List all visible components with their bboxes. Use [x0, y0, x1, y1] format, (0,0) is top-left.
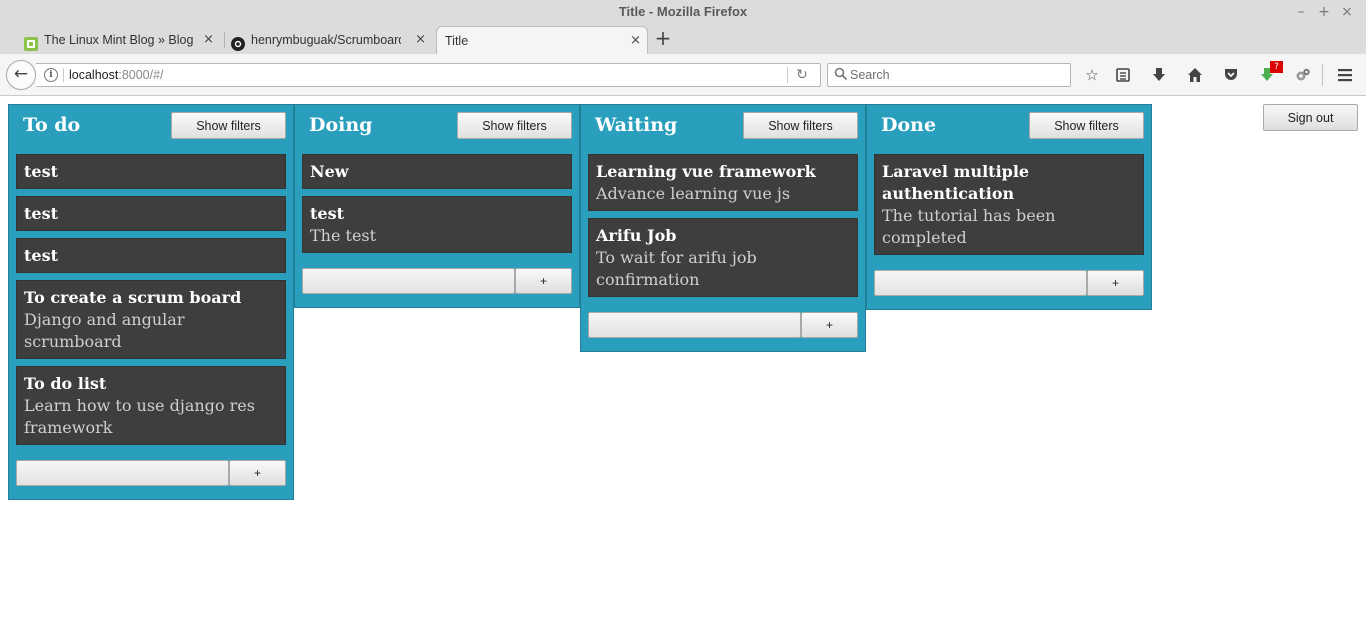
column-waiting: Waiting Show filters Learning vue framewor…: [580, 104, 866, 352]
card-title: Arifu Job: [596, 226, 677, 245]
new-card-input[interactable]: [874, 270, 1087, 296]
extension-gear-icon[interactable]: [1292, 64, 1314, 86]
show-filters-button[interactable]: Show filters: [171, 112, 286, 139]
reading-list-icon[interactable]: [1112, 64, 1134, 86]
add-card-row: +: [16, 455, 286, 499]
tab-label: Title: [445, 34, 469, 48]
task-card[interactable]: New: [302, 154, 572, 189]
menu-hamburger-icon[interactable]: [1334, 64, 1356, 86]
add-card-button[interactable]: +: [515, 268, 572, 294]
extension-badge: ?: [1270, 61, 1283, 73]
card-title: New: [310, 162, 349, 181]
column-title: Doing: [309, 114, 373, 136]
sign-out-button[interactable]: Sign out: [1263, 104, 1358, 131]
navigation-toolbar: i localhost:8000/#/ ↻ ← ☆: [0, 54, 1366, 96]
card-title: test: [24, 246, 58, 265]
column-title: To do: [23, 114, 81, 136]
column-header: Done Show filters: [867, 105, 1151, 151]
tab-strip: The Linux Mint Blog » Blog Archive × hen…: [0, 24, 1366, 54]
search-input[interactable]: [850, 64, 1066, 86]
column-title: Waiting: [595, 114, 678, 136]
card-title: test: [24, 162, 58, 181]
task-card[interactable]: To create a scrum board Django and angula…: [16, 280, 286, 359]
add-card-button[interactable]: +: [1087, 270, 1144, 296]
task-card[interactable]: test: [16, 154, 286, 189]
card-title: Learning vue framework: [596, 162, 816, 181]
address-bar[interactable]: i localhost:8000/#/ ↻: [36, 63, 821, 87]
card-description: To wait for arifu job confirmation: [596, 248, 757, 289]
column-header: Doing Show filters: [295, 105, 579, 151]
task-card[interactable]: Arifu Job To wait for arifu job confirmat…: [588, 218, 858, 297]
add-card-button[interactable]: +: [801, 312, 858, 338]
tab-close-icon[interactable]: ×: [630, 27, 641, 54]
search-bar[interactable]: [827, 63, 1071, 87]
tab-label: henrymbuguak/Scrumboard: [251, 33, 401, 47]
card-title: To create a scrum board: [24, 288, 242, 307]
task-card[interactable]: Laravel multiple authentication The tutor…: [874, 154, 1144, 255]
new-card-input[interactable]: [16, 460, 229, 486]
column-to-do: To do Show filters test test test To create a…: [8, 104, 294, 500]
task-card[interactable]: test: [16, 238, 286, 273]
card-title: Laravel multiple authentication: [882, 162, 1030, 203]
reload-icon[interactable]: ↻: [792, 65, 812, 85]
home-icon[interactable]: [1184, 64, 1206, 86]
site-info-icon[interactable]: i: [44, 68, 58, 82]
divider: [63, 68, 64, 82]
divider: [787, 67, 788, 83]
toolbar-divider: [1322, 64, 1323, 86]
column-header: To do Show filters: [9, 105, 293, 151]
maximize-icon[interactable]: +: [1315, 3, 1333, 21]
tab-linux-mint-blog[interactable]: The Linux Mint Blog » Blog Archive ×: [20, 26, 220, 54]
task-card[interactable]: test The test: [302, 196, 572, 253]
new-tab-icon[interactable]: +: [653, 28, 673, 50]
task-card[interactable]: test: [16, 196, 286, 231]
card-description: Django and angular scrumboard: [24, 310, 185, 351]
column-done: Done Show filters Laravel multiple authent…: [866, 104, 1152, 310]
add-card-row: +: [302, 263, 572, 307]
tab-close-icon[interactable]: ×: [415, 26, 426, 54]
tab-label: The Linux Mint Blog » Blog Archive: [44, 33, 194, 47]
card-description: Advance learning vue js: [596, 184, 791, 203]
column-header: Waiting Show filters: [581, 105, 865, 151]
card-title: test: [24, 204, 58, 223]
url-host: localhost: [69, 68, 119, 82]
linux-mint-favicon-icon: [24, 33, 38, 51]
window-title: Title - Mozilla Firefox: [618, 4, 748, 19]
column-title: Done: [881, 114, 937, 136]
add-card-row: +: [588, 307, 858, 351]
close-window-icon[interactable]: ×: [1338, 3, 1356, 21]
column-doing: Doing Show filters New test The test +: [294, 104, 580, 308]
new-card-input[interactable]: [302, 268, 515, 294]
tab-github-scrumboard[interactable]: henrymbuguak/Scrumboard ×: [227, 26, 432, 54]
tab-close-icon[interactable]: ×: [203, 26, 214, 54]
pocket-icon[interactable]: [1220, 64, 1242, 86]
card-title: To do list: [24, 374, 107, 393]
bookmark-star-icon[interactable]: ☆: [1081, 64, 1103, 86]
url-path: :8000/#/: [118, 68, 164, 82]
card-description: The test: [310, 226, 377, 245]
show-filters-button[interactable]: Show filters: [457, 112, 572, 139]
show-filters-button[interactable]: Show filters: [1029, 112, 1144, 139]
tab-title-active[interactable]: Title ×: [436, 26, 648, 54]
task-card[interactable]: To do list Learn how to use django res fr…: [16, 366, 286, 445]
show-filters-button[interactable]: Show filters: [743, 112, 858, 139]
card-title: test: [310, 204, 344, 223]
add-card-button[interactable]: +: [229, 460, 286, 486]
github-favicon-icon: [231, 33, 245, 51]
search-icon: [834, 67, 848, 81]
url-text[interactable]: localhost:8000/#/: [69, 64, 164, 86]
card-description: Learn how to use django res framework: [24, 396, 255, 437]
card-description: The tutorial has been completed: [882, 206, 1056, 247]
back-arrow-icon: ←: [13, 64, 29, 84]
new-card-input[interactable]: [588, 312, 801, 338]
downloads-icon[interactable]: [1148, 64, 1170, 86]
add-card-row: +: [874, 265, 1144, 309]
minimize-icon[interactable]: –: [1292, 3, 1310, 21]
task-card[interactable]: Learning vue framework Advance learning v…: [588, 154, 858, 211]
back-button[interactable]: ←: [6, 60, 36, 90]
window-titlebar: Title - Mozilla Firefox – + ×: [0, 0, 1366, 24]
tab-divider: [224, 32, 225, 48]
